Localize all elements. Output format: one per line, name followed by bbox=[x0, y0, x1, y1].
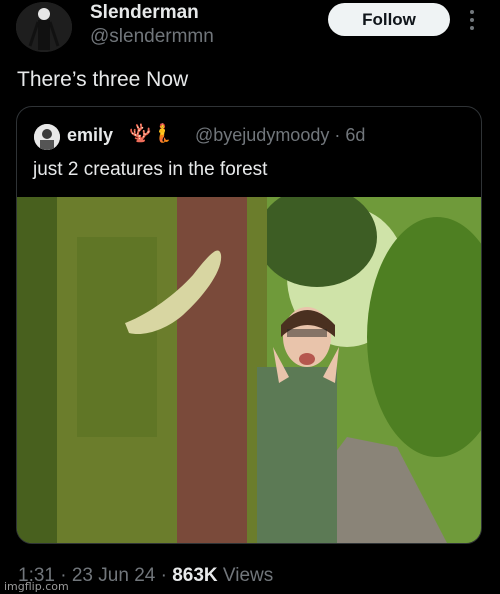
quoted-tweet-card[interactable]: emily 🪸🧜 @byejudymoody · 6d just 2 creat… bbox=[16, 106, 482, 544]
author-avatar[interactable] bbox=[16, 2, 72, 52]
imgflip-watermark: imgflip.com bbox=[4, 580, 69, 593]
follow-button[interactable]: Follow bbox=[328, 3, 450, 36]
quoted-author-emojis: 🪸🧜 bbox=[129, 123, 174, 143]
views-label: Views bbox=[217, 565, 274, 586]
views-count: 863K bbox=[172, 565, 218, 586]
tweet-header: Slenderman @slendermmn Follow bbox=[0, 0, 500, 60]
quoted-author-name[interactable]: emily bbox=[67, 125, 113, 146]
quoted-tweet-text: just 2 creatures in the forest bbox=[33, 159, 268, 180]
more-vertical-icon[interactable] bbox=[464, 8, 480, 32]
tweet-text: There’s three Now bbox=[17, 68, 189, 91]
quoted-author-handle-time[interactable]: @byejudymoody · 6d bbox=[195, 125, 365, 146]
quoted-tweet-photo[interactable] bbox=[17, 197, 481, 543]
author-name[interactable]: Slenderman bbox=[90, 2, 199, 24]
quoted-author-avatar[interactable] bbox=[34, 124, 60, 150]
author-handle[interactable]: @slendermmn bbox=[90, 26, 214, 48]
